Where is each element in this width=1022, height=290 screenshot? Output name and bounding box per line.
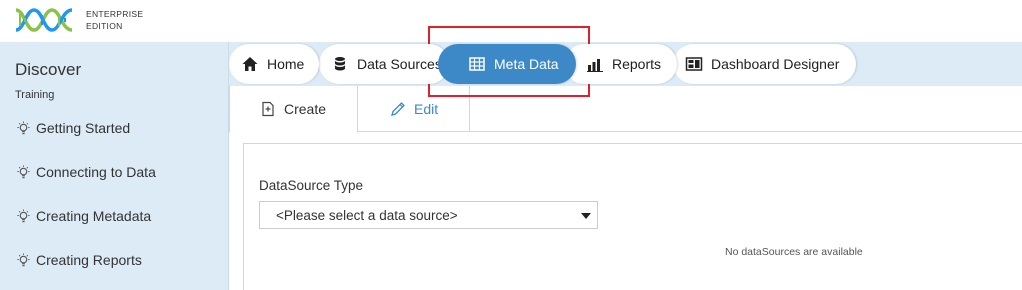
sidebar-item-label: Creating Metadata [36,208,152,224]
lightbulb-icon [17,164,30,178]
tab-reports-label: Reports [612,56,662,72]
lightbulb-icon [17,120,30,134]
tab-data-sources-label: Data Sources [357,56,442,72]
tab-home-label: Home [267,56,305,72]
bar-chart-icon [587,59,603,72]
sub-tabs: Create Edit [229,86,1022,133]
dashboard-icon [685,57,703,71]
sidebar-item-label: Connecting to Data [36,164,156,180]
tab-data-sources[interactable]: Data Sources [319,44,449,84]
database-icon [335,57,345,71]
datasource-type-select[interactable]: <Please select a data source> [259,201,598,229]
tab-dashboard-designer-label: Dashboard Designer [711,56,840,72]
tab-meta-data[interactable]: Meta Data [438,44,576,84]
table-icon [469,57,485,71]
pencil-icon [391,102,405,116]
tab-meta-data-label: Meta Data [494,56,559,72]
sidebar-title: Discover [15,60,82,79]
empty-datasources-message: No dataSources are available [725,246,863,258]
edition-line-2: EDITION [86,21,123,31]
subtab-create-label: Create [284,101,327,117]
sidebar-item-connecting-to-data[interactable]: Connecting to Data [16,164,156,180]
datasource-type-label: DataSource Type [259,178,364,193]
subtab-edit-label: Edit [414,101,439,117]
sidebar-item-creating-reports[interactable]: Creating Reports [16,252,142,268]
home-icon [242,57,258,71]
logo-dna-icon [15,8,73,32]
sidebar-item-label: Getting Started [36,120,131,136]
create-file-icon [262,101,274,117]
sidebar-item-creating-metadata[interactable]: Creating Metadata [16,208,151,224]
lightbulb-icon [17,252,30,266]
tab-reports[interactable]: Reports [564,44,677,84]
top-bar: ENTERPRISE EDITION [0,0,1022,42]
tab-home[interactable]: Home [229,44,319,84]
subtab-create[interactable]: Create [229,86,358,133]
subtab-edit[interactable]: Edit [358,86,470,132]
edition-line-1: ENTERPRISE [86,9,144,19]
sidebar-subtitle: Training [15,89,55,101]
datasource-type-value: <Please select a data source> [276,207,458,223]
lightbulb-icon [17,208,30,222]
metadata-create-panel: DataSource Type <Please select a data so… [243,143,1022,290]
main-nav: Home Data Sources Meta Data Reports Dash… [229,42,1022,86]
sidebar-item-getting-started[interactable]: Getting Started [16,120,130,136]
sidebar: Discover Training Getting Started Connec… [0,42,229,290]
chevron-down-icon [581,213,591,219]
sidebar-item-label: Creating Reports [36,252,142,268]
edition-label: ENTERPRISE EDITION [86,8,143,32]
tab-dashboard-designer[interactable]: Dashboard Designer [673,44,856,84]
